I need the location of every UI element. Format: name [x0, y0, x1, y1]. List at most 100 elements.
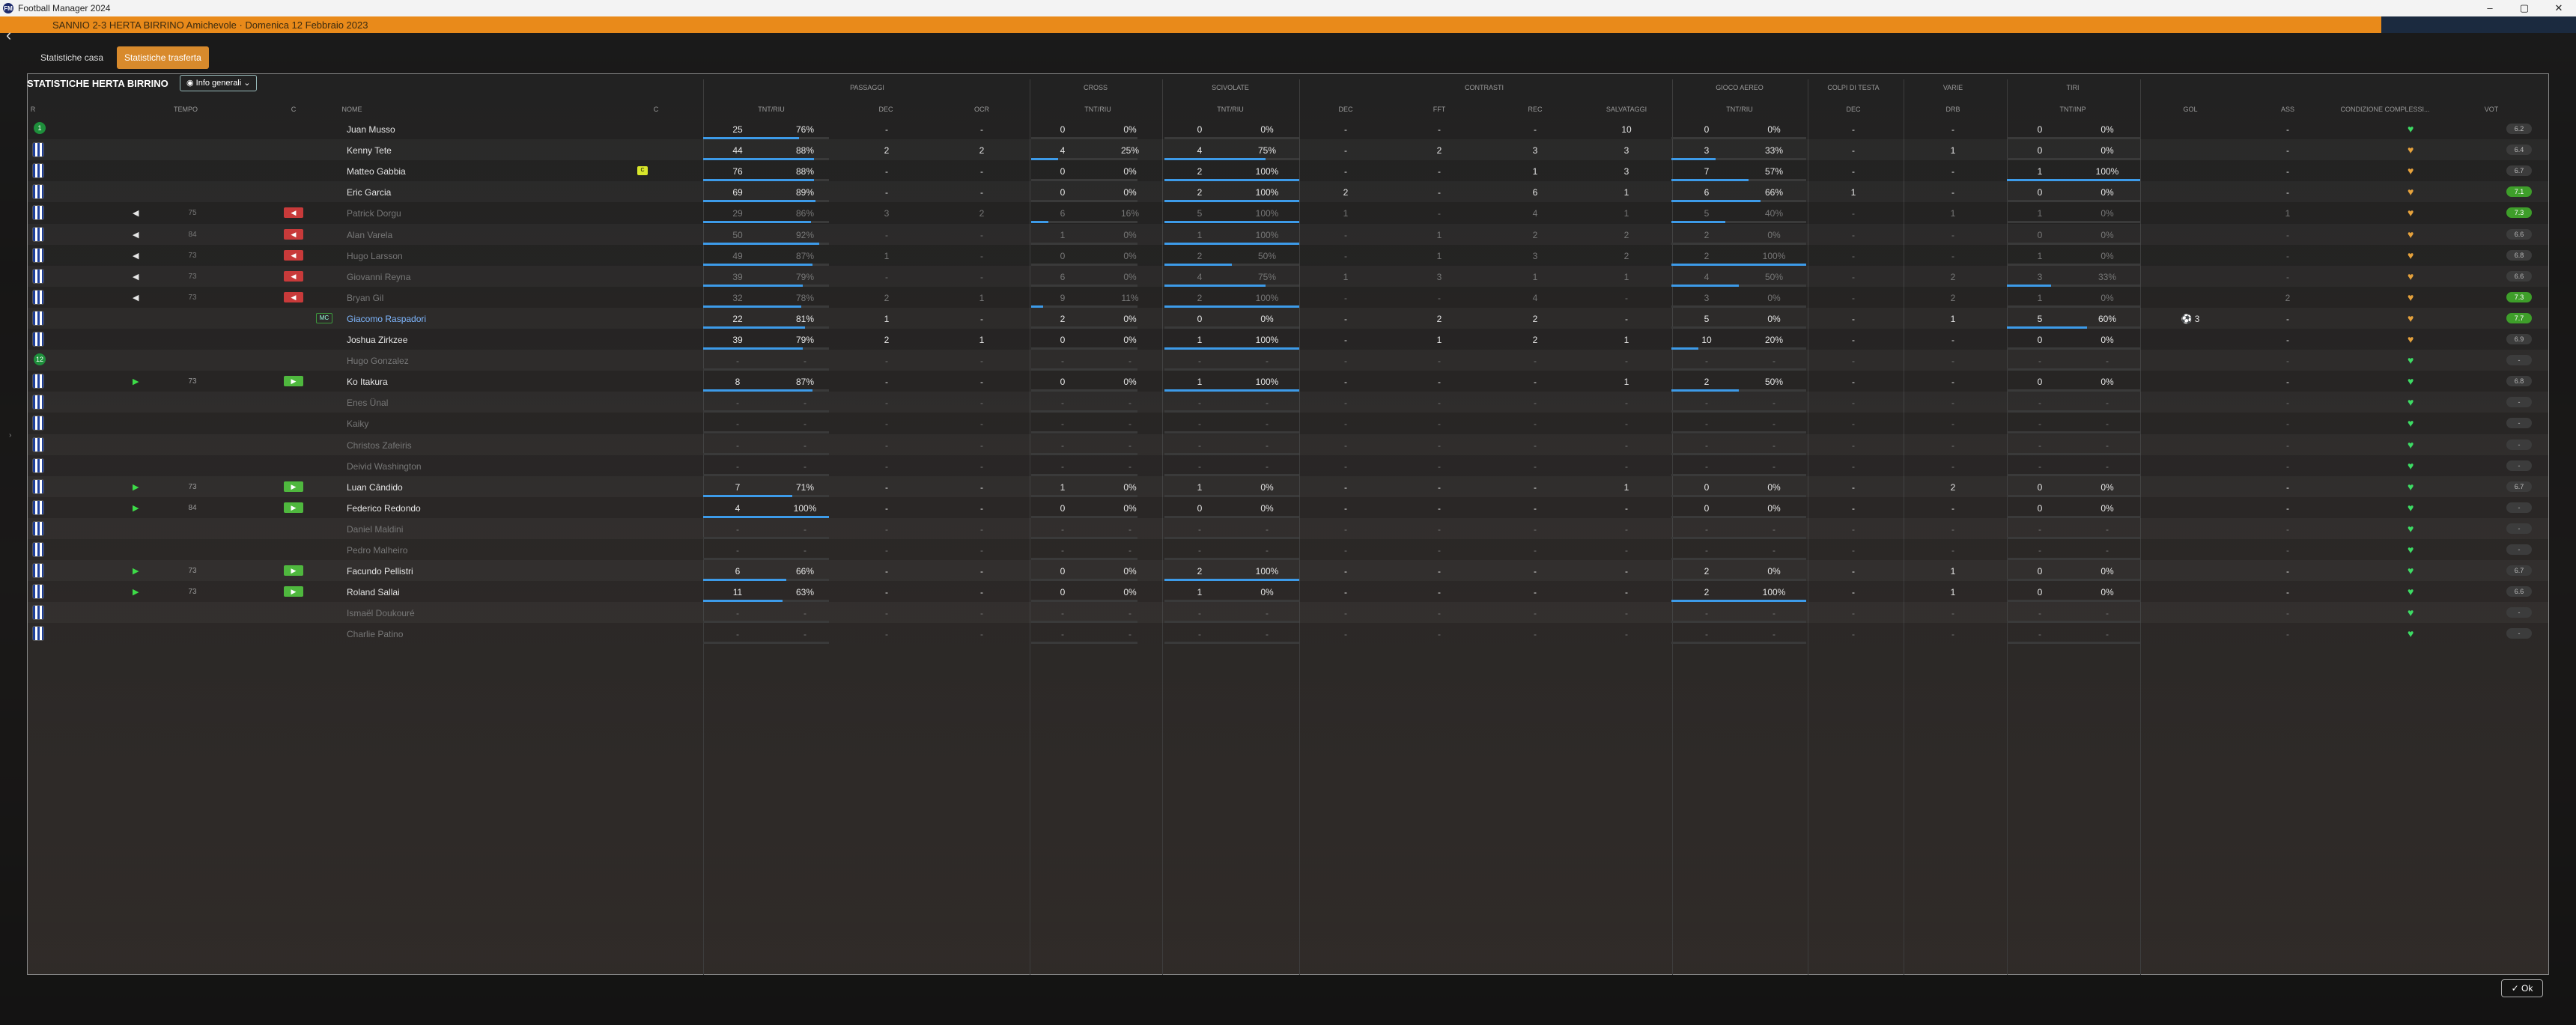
table-row[interactable]: ◀ 73 ◀ Giovanni Reyna 39 79% - - 6 0% 4 75% 1 3 1 1 4 50%… — [28, 266, 2548, 287]
column-header[interactable]: C — [654, 106, 659, 113]
player-name[interactable]: Patrick Dorgu — [347, 208, 401, 219]
player-name[interactable]: Joshua Zirkzee — [347, 335, 407, 345]
table-row[interactable]: Ismaël Doukouré - - - - - - - - - - - - - - - - - - - ♥ - — [28, 602, 2548, 624]
player-name[interactable]: Eric Garcia — [347, 187, 391, 198]
player-name[interactable]: Matteo Gabbia — [347, 166, 406, 177]
contrasti-dec: - — [1344, 419, 1347, 430]
cross-pct: - — [1128, 419, 1131, 430]
aerial-attempts: - — [1705, 356, 1708, 367]
player-name[interactable]: Luan Cândido — [347, 482, 403, 493]
passes-attempts: 39 — [732, 335, 743, 345]
player-name[interactable]: Alan Varela — [347, 230, 392, 240]
column-header[interactable]: ASS — [2281, 106, 2294, 113]
player-name[interactable]: Daniel Maldini — [347, 524, 403, 535]
table-row[interactable]: Kaiky - - - - - - - - - - - - - - - - - - - ♥ - — [28, 413, 2548, 434]
table-row[interactable]: ◀ 75 ◀ Patrick Dorgu 29 86% 3 2 6 16% 5 100% 1 - 4 1 5 40… — [28, 202, 2548, 224]
group-header: TIRI — [2066, 84, 2080, 91]
table-row[interactable]: Daniel Maldini - - - - - - - - - - - - - - - - - - - ♥ - — [28, 518, 2548, 539]
table-row[interactable]: Matteo Gabbia C 76 88% - - 0 0% 2 100% - - 1 3 7 57% - - 1… — [28, 160, 2548, 182]
table-row[interactable]: ◀ 73 ◀ Hugo Larsson 49 87% 1 - 0 0% 2 50% - 1 3 2 2 100% -… — [28, 245, 2548, 266]
player-name[interactable]: Giacomo Raspadori — [347, 314, 426, 324]
side-arrow-icon[interactable]: › — [9, 431, 11, 439]
view-dropdown[interactable]: ◉ Info generali ⌄ — [180, 75, 258, 91]
column-header[interactable]: TEMPO — [174, 106, 198, 113]
column-header[interactable]: SALVATAGGI — [1606, 106, 1647, 113]
dribbles: - — [1951, 608, 1954, 619]
maximize-button[interactable]: ▢ — [2507, 0, 2542, 16]
player-name[interactable]: Kenny Tete — [347, 145, 392, 156]
column-header[interactable]: TNT/RIU — [758, 106, 785, 113]
table-row[interactable]: ◀ 73 ◀ Bryan Gil 32 78% 2 1 9 11% 2 100% - - 4 - 3 0% - 2 1 0… — [28, 287, 2548, 308]
kit-icon — [32, 584, 44, 600]
passes-attempts: - — [736, 419, 739, 430]
passes-ocr: - — [980, 250, 983, 261]
back-arrow-icon[interactable]: ‹ — [6, 25, 11, 45]
table-row[interactable]: ▶ 73 ▶ Ko Itakura 8 87% - - 0 0% 1 100% - - - 1 2 50% - - 0 0… — [28, 371, 2548, 392]
column-header[interactable]: OCR — [974, 106, 989, 113]
assists: - — [2286, 481, 2289, 493]
contrasti-dec: - — [1344, 145, 1347, 156]
player-name[interactable]: Federico Redondo — [347, 503, 421, 514]
column-header[interactable]: R — [31, 106, 36, 113]
column-header[interactable]: NOME — [342, 106, 362, 113]
close-button[interactable]: ✕ — [2542, 0, 2576, 16]
column-header[interactable]: REC — [1528, 106, 1542, 113]
column-header[interactable]: DRB — [1945, 106, 1960, 113]
tab-away-stats[interactable]: Statistiche trasferta — [117, 46, 209, 69]
table-row[interactable]: Eric Garcia 69 89% - - 0 0% 2 100% 2 - 6 1 6 66% 1 - 0 0% -… — [28, 181, 2548, 203]
minimize-button[interactable]: – — [2473, 0, 2507, 16]
column-header[interactable]: TNT/INP — [2060, 106, 2086, 113]
column-header[interactable]: C — [291, 106, 297, 113]
table-row[interactable]: Kenny Tete 44 88% 2 2 4 25% 4 75% - 2 3 3 3 33% - 1 0 0% - ♥… — [28, 139, 2548, 161]
dribbles: 1 — [1950, 587, 1956, 598]
table-row[interactable]: ▶ 73 ▶ Roland Sallai 11 63% - -0 0% 1 0% - - - -2 100% -… — [28, 581, 2548, 603]
player-name[interactable]: Enes Ünal — [347, 398, 388, 408]
column-header[interactable]: DEC — [1846, 106, 1860, 113]
contrasti-fft: - — [1438, 124, 1441, 135]
player-name[interactable]: Hugo Larsson — [347, 251, 403, 261]
player-name[interactable]: Bryan Gil — [347, 293, 383, 303]
player-name[interactable]: Giovanni Reyna — [347, 272, 410, 282]
passes-dec: 2 — [884, 145, 890, 156]
table-row[interactable]: Enes Ünal - - - - - - - - - - - - - - - - - - - ♥ - — [28, 392, 2548, 413]
table-row[interactable]: 12 Hugo Gonzalez - - - - - - - - - - - - - - - - - - - ♥ - — [28, 350, 2548, 371]
table-row[interactable]: ◀ 84 ◀ Alan Varela 50 92% - - 1 0% 1 100% - 1 2 2 2 0% - - 0… — [28, 224, 2548, 245]
tackles-pct: - — [1266, 545, 1269, 556]
column-header[interactable]: CONDIZIONE COMPLESSI... — [2340, 106, 2429, 113]
column-header[interactable]: VOT — [2485, 106, 2499, 113]
table-row[interactable]: Charlie Patino - - - - - - - - - - - - - - - - - - - ♥ - — [28, 623, 2548, 645]
table-row[interactable]: ▶ 84 ▶ Federico Redondo 4 100% - - 0 0% 0 0% - - - - 0 0%… — [28, 497, 2548, 518]
column-header[interactable]: TNT/RIU — [1217, 106, 1244, 113]
column-header[interactable]: DEC — [878, 106, 893, 113]
player-name[interactable]: Ismaël Doukouré — [347, 608, 415, 618]
contrasti-fft: - — [1438, 398, 1441, 409]
player-name[interactable]: Deivid Washington — [347, 461, 422, 472]
column-header[interactable]: GOL — [2183, 106, 2197, 113]
column-header[interactable]: TNT/RIU — [1726, 106, 1753, 113]
player-name[interactable]: Hugo Gonzalez — [347, 356, 409, 366]
player-name[interactable]: Kaiky — [347, 419, 368, 429]
table-row[interactable]: Christos Zafeiris - - - - - - - - - - - - - - - - - - - ♥ - — [28, 434, 2548, 455]
player-name[interactable]: Ko Itakura — [347, 377, 388, 387]
table-row[interactable]: Joshua Zirkzee 39 79% 2 1 0 0% 1 100% -1 2 1 10 20% - -… — [28, 329, 2548, 350]
ok-button[interactable]: ✓ Ok — [2501, 979, 2543, 997]
tackles-attempts: - — [1198, 629, 1201, 640]
player-name[interactable]: Charlie Patino — [347, 629, 403, 639]
column-header[interactable]: FFT — [1433, 106, 1446, 113]
table-row[interactable]: Pedro Malheiro - - - - - - - - - - - - - - - - - - - ♥ - — [28, 539, 2548, 560]
table-row[interactable]: MC Giacomo Raspadori 22 81% 1-2 0% 0 0% -2 2-5 0% -… — [28, 308, 2548, 329]
table-row[interactable]: ▶ 73 ▶ Facundo Pellistri 6 66% - -0 0% 2 100% - - - -2… — [28, 560, 2548, 582]
tab-home-stats[interactable]: Statistiche casa — [33, 46, 111, 69]
contrasti-rec: 1 — [1532, 166, 1538, 177]
player-name[interactable]: Pedro Malheiro — [347, 545, 407, 556]
column-header[interactable]: TNT/RIU — [1084, 106, 1111, 113]
player-name[interactable]: Juan Musso — [347, 124, 395, 135]
player-name[interactable]: Christos Zafeiris — [347, 440, 412, 451]
tackles-pct: 50% — [1257, 250, 1277, 261]
table-row[interactable]: 1 Juan Musso 25 76% - - 0 0% 0 0% - - - 10 0 0% - - 0 0% - ♥ 6… — [28, 118, 2548, 139]
table-row[interactable]: ▶ 73 ▶ Luan Cândido 7 71% - - 1 0% 1 0% - - - 1 0 0% - 2 0 0%… — [28, 476, 2548, 497]
player-name[interactable]: Facundo Pellistri — [347, 566, 413, 577]
column-header[interactable]: DEC — [1338, 106, 1352, 113]
table-row[interactable]: Deivid Washington - - - - - - - - - - - - - - - - - - - ♥ - — [28, 455, 2548, 476]
player-name[interactable]: Roland Sallai — [347, 587, 400, 597]
